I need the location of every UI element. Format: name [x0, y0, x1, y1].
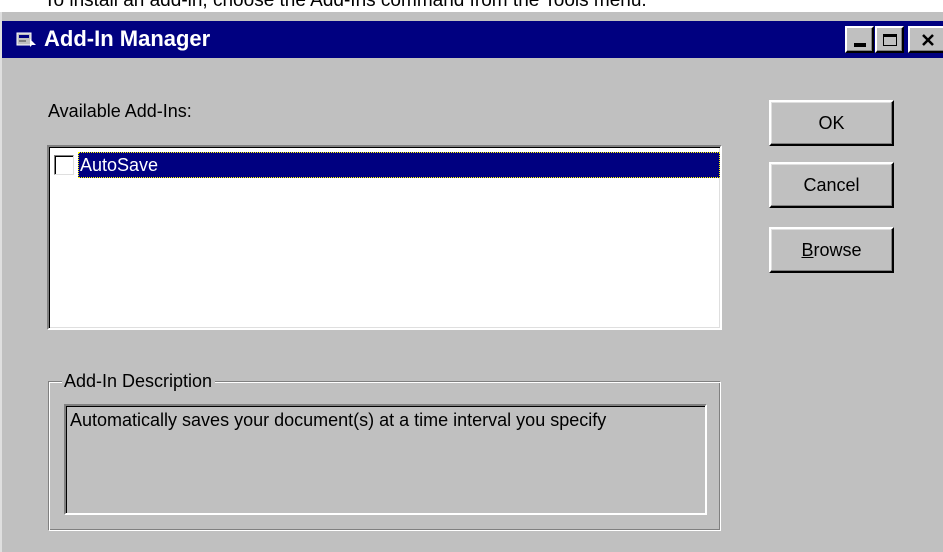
add-in-description-text: Automatically saves your document(s) at …: [70, 410, 607, 430]
close-icon: [921, 33, 935, 47]
dialog-title: Add-In Manager: [44, 26, 211, 51]
add-in-description-group: Add-In Description Automatically saves y…: [48, 369, 721, 531]
browse-accelerator: B: [801, 239, 814, 260]
available-add-ins-list[interactable]: AutoSave: [47, 145, 722, 330]
browse-button[interactable]: Browse: [769, 227, 894, 273]
list-item-autosave[interactable]: AutoSave: [53, 152, 720, 178]
page: To install an add-in, choose the Add-Ins…: [0, 0, 943, 552]
ok-button[interactable]: OK: [769, 100, 894, 146]
add-in-description-title: Add-In Description: [62, 369, 216, 393]
add-in-description-box: Automatically saves your document(s) at …: [64, 404, 707, 515]
available-add-ins-label: Available Add-Ins:: [48, 101, 192, 121]
add-in-manager-icon: [16, 32, 36, 47]
autosave-checkbox[interactable]: [54, 155, 74, 175]
maximize-icon: [882, 33, 897, 46]
add-in-manager-dialog: Add-In Manager Available Add-Ins: AutoSa…: [0, 12, 943, 552]
instruction-caption: To install an add-in, choose the Add-Ins…: [44, 0, 647, 11]
close-button[interactable]: [908, 26, 943, 53]
maximize-button[interactable]: [875, 26, 904, 53]
minimize-icon: [853, 42, 866, 47]
list-item-label[interactable]: AutoSave: [78, 152, 720, 178]
browse-label-rest: rowse: [813, 239, 862, 260]
minimize-button[interactable]: [845, 26, 874, 53]
cancel-button[interactable]: Cancel: [769, 162, 894, 208]
title-bar[interactable]: Add-In Manager: [2, 21, 943, 58]
